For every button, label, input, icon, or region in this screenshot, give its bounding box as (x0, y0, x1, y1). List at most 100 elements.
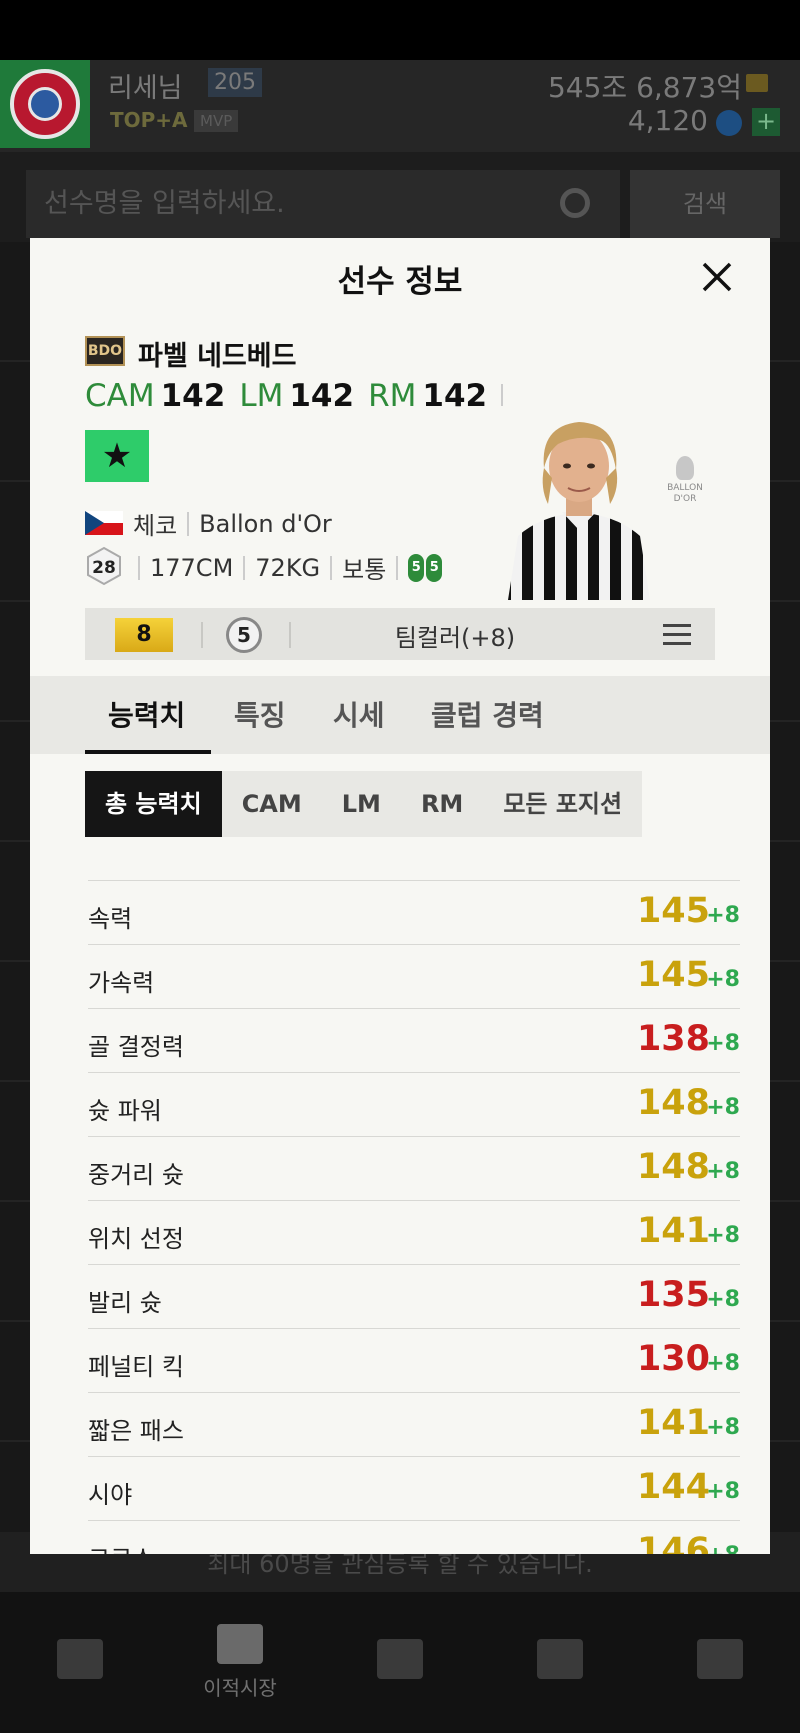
nav-transfer-market[interactable]: 이적시장 (160, 1592, 320, 1733)
subtab-all-positions[interactable]: 모든 포지션 (483, 771, 642, 837)
stat-name: 위치 선정 (88, 1225, 184, 1253)
stat-name: 시야 (88, 1481, 133, 1509)
nav-squad[interactable] (480, 1592, 640, 1733)
stat-value: 145 (636, 891, 710, 931)
add-cash-button[interactable]: + (752, 108, 780, 136)
stat-bonus: +8 (706, 1543, 740, 1554)
stat-name: 속력 (88, 905, 133, 933)
stat-name: 중거리 슛 (88, 1161, 184, 1189)
stat-subtabs: 총 능력치 CAM LM RM 모든 포지션 (85, 771, 643, 837)
user-level: 205 (208, 68, 262, 97)
tab-stats[interactable]: 능력치 (108, 694, 185, 734)
stat-value: 135 (636, 1275, 710, 1315)
physical-info: 177CM 72KG 보통 55 (138, 550, 443, 585)
divider (501, 384, 504, 406)
stat-bonus: +8 (706, 1159, 740, 1184)
stat-value: 141 (636, 1403, 710, 1443)
cart-icon (57, 1638, 103, 1679)
stat-bonus: +8 (706, 903, 740, 928)
stat-name: 발리 슛 (88, 1289, 162, 1317)
user-grade: TOP+A (110, 108, 188, 132)
search-button[interactable]: 검색 (630, 170, 780, 238)
nation: 체코 (133, 512, 178, 540)
stat-row: 속력 145 +8 (88, 880, 740, 944)
search-area: 선수명을 입력하세요. 검색 (0, 152, 800, 242)
position-code: LM (239, 378, 284, 414)
stat-value: 138 (636, 1019, 710, 1059)
stat-bonus: +8 (706, 1415, 740, 1440)
team-color[interactable]: 팀컬러(+8) (285, 618, 625, 653)
stat-row: 페널티 킥 130 +8 (88, 1328, 740, 1392)
player-info-modal: 선수 정보 BDO 파벨 네드베드 CAM 142 LM 142 RM 142 … (30, 238, 770, 1554)
stat-bonus: +8 (706, 1223, 740, 1248)
league: Ballon d'Or (199, 509, 332, 538)
enhance-level-badge[interactable]: 8 (115, 618, 173, 652)
adaptability-badge[interactable]: 5 (226, 617, 262, 653)
info-tabs: 능력치 특징 시세 클럽 경력 (30, 676, 770, 754)
stat-row: 짧은 패스 141 +8 (88, 1392, 740, 1456)
age-hexagon-icon: 28 (87, 546, 121, 586)
shop-icon (697, 1638, 743, 1679)
tab-price[interactable]: 시세 (333, 694, 385, 734)
stat-value: 145 (636, 955, 710, 995)
tab-traits[interactable]: 특징 (234, 694, 286, 734)
nav-transfer-label: 이적시장 (203, 1676, 277, 1700)
stat-row: 슛 파워 148 +8 (88, 1072, 740, 1136)
weight: 72KG (255, 553, 321, 582)
stat-bonus: +8 (706, 1287, 740, 1312)
home-icon (377, 1638, 423, 1679)
position-ovr: 142 (289, 378, 355, 414)
position-ovr: 142 (160, 378, 226, 414)
stat-bonus: +8 (706, 1479, 740, 1504)
stat-name: 골 결정력 (88, 1033, 184, 1061)
status-bar (0, 0, 800, 60)
cash-amount: 4,120 (627, 104, 708, 137)
nation-league: 체코 Ballon d'Or (133, 506, 332, 541)
stat-name: 짧은 패스 (88, 1417, 184, 1445)
player-photo (508, 422, 650, 600)
bp-icon (746, 74, 768, 92)
player-name: 파벨 네드베드 (138, 341, 297, 372)
stat-value: 130 (636, 1339, 710, 1379)
stat-name: 슛 파워 (88, 1097, 162, 1125)
stat-bonus: +8 (706, 1095, 740, 1120)
bottom-nav: 이적시장 (0, 1592, 800, 1733)
stat-row: 크로스 146 +8 (88, 1520, 740, 1554)
player-age: 28 (92, 558, 116, 578)
position-ratings: CAM 142 LM 142 RM 142 (85, 378, 504, 414)
app-header: 리세님 205 TOP+A MVP 545조 6,873억 4,120 + (0, 60, 800, 152)
close-icon[interactable] (700, 260, 734, 294)
search-icon (560, 188, 590, 218)
subtab-lm[interactable]: LM (322, 771, 401, 837)
transfer-icon (217, 1624, 263, 1664)
foot-icon: 55 (408, 553, 443, 582)
stat-row: 위치 선정 141 +8 (88, 1200, 740, 1264)
stat-row: 발리 슛 135 +8 (88, 1264, 740, 1328)
star-icon: ★ (85, 430, 149, 482)
ballon-dor-logo: BALLON D'OR (660, 456, 710, 516)
stat-bonus: +8 (706, 1031, 740, 1056)
stat-name: 페널티 킥 (88, 1353, 184, 1381)
stat-value: 148 (636, 1147, 710, 1187)
stat-list: 속력 145 +8 가속력 145 +8 골 결정력 138 +8 슛 파워 1… (88, 880, 740, 1554)
stat-value: 146 (636, 1531, 710, 1554)
season-badge: BDO (85, 336, 125, 366)
bp-amount: 545조 6,873억 (547, 71, 742, 104)
czech-flag-icon (85, 511, 123, 535)
stat-row: 시야 144 +8 (88, 1456, 740, 1520)
subtab-rm[interactable]: RM (401, 771, 483, 837)
modal-title: 선수 정보 (337, 264, 463, 300)
user-name: 리세님 (108, 73, 183, 104)
position-ovr: 142 (422, 378, 488, 414)
subtab-cam[interactable]: CAM (222, 771, 322, 837)
search-input[interactable]: 선수명을 입력하세요. (26, 170, 620, 238)
nav-cart[interactable] (0, 1592, 160, 1733)
tab-club-career[interactable]: 클럽 경력 (431, 694, 544, 734)
hamburger-menu-icon[interactable] (663, 624, 691, 646)
stat-value: 144 (636, 1467, 710, 1507)
nav-shop[interactable] (640, 1592, 800, 1733)
nav-home[interactable] (320, 1592, 480, 1733)
subtab-total[interactable]: 총 능력치 (85, 771, 222, 837)
stat-row: 중거리 슛 148 +8 (88, 1136, 740, 1200)
upgrade-bar: 8 5 팀컬러(+8) (85, 608, 715, 660)
